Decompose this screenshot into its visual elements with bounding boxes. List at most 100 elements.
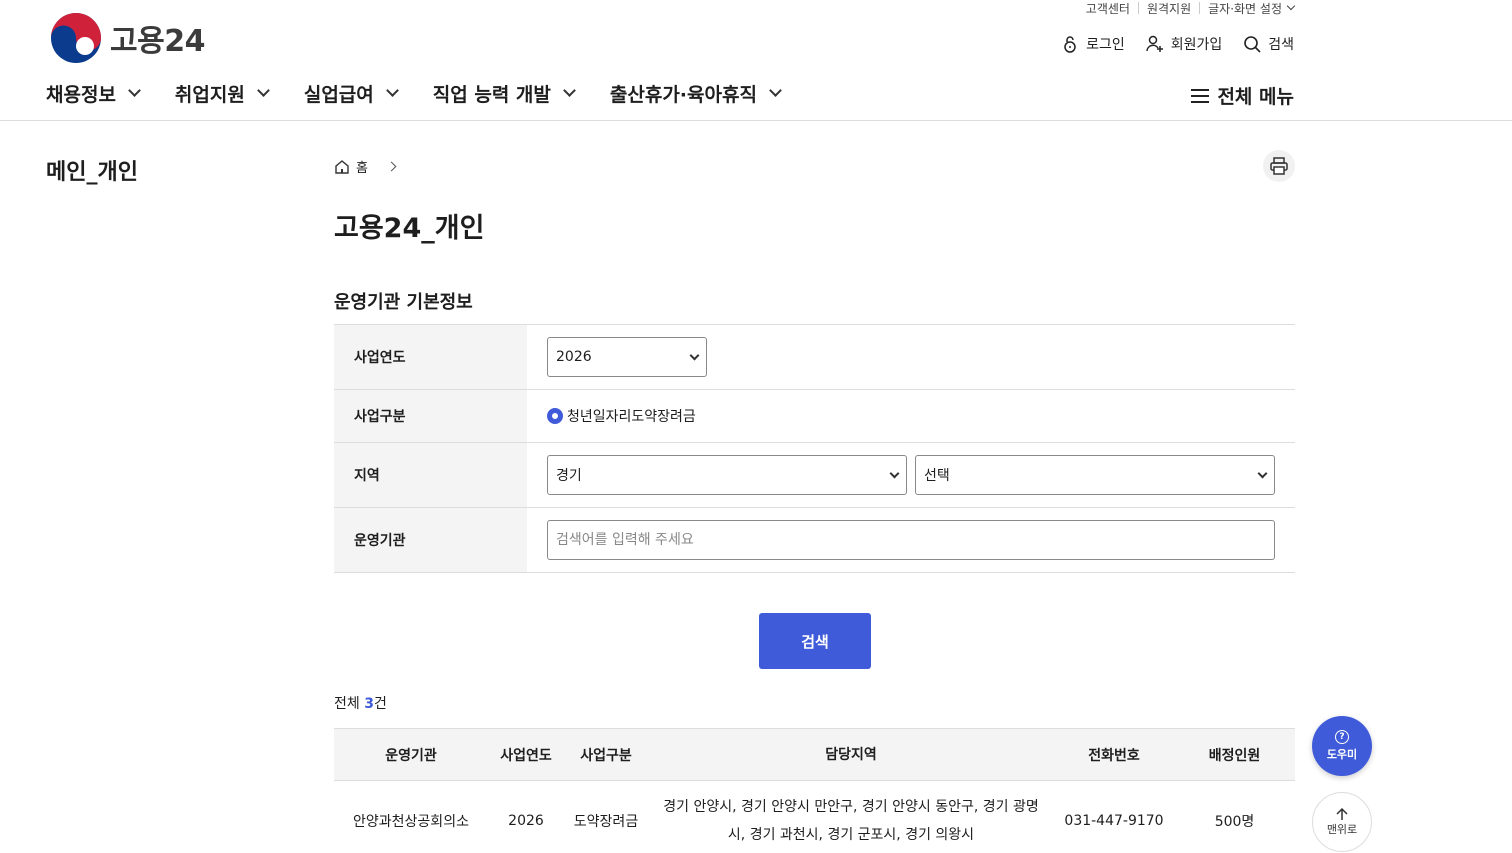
chevron-down-icon	[769, 84, 782, 97]
search-button-top[interactable]: 검색	[1242, 34, 1294, 54]
chevron-down-icon	[256, 84, 270, 97]
org-label: 운영기관	[334, 508, 527, 572]
user-add-icon	[1145, 35, 1163, 52]
all-menu-button[interactable]: 전체 메뉴	[1191, 82, 1294, 109]
count-number: 3	[364, 696, 374, 712]
divider	[1199, 2, 1201, 14]
utility-remote-support[interactable]: 원격지원	[1147, 0, 1191, 17]
chevron-down-icon	[689, 350, 700, 360]
auth-menu: 로그인 회원가입 검색	[1060, 34, 1294, 54]
printer-icon	[1270, 157, 1288, 175]
cell-phone: 031-447-9170	[1064, 813, 1164, 829]
page-title: 고용24_개인	[334, 213, 485, 244]
region-label: 지역	[334, 443, 527, 507]
year-select[interactable]: 2026	[547, 337, 707, 377]
utility-display-settings[interactable]: 글자·화면 설정	[1208, 0, 1282, 17]
type-radio-label[interactable]: 청년일자리도약장려금	[567, 406, 696, 426]
chevron-down-icon	[1286, 1, 1296, 11]
nav-label: 취업지원	[174, 84, 245, 106]
search-icon	[1244, 36, 1261, 53]
col-header: 배정인원	[1208, 747, 1261, 764]
login-label: 로그인	[1086, 37, 1125, 53]
chevron-right-icon	[386, 161, 397, 172]
nav-label: 직업 능력 개발	[432, 84, 551, 106]
utility-customer-center[interactable]: 고객센터	[1086, 0, 1130, 17]
login-button[interactable]: 로그인	[1060, 34, 1125, 54]
form-row-org: 운영기관	[334, 508, 1295, 573]
search-form: 사업연도 2026 사업구분 청년일자리도약장려금 지역 경기 선택 운영기관 …	[334, 324, 1295, 573]
breadcrumb-home[interactable]: 홈	[356, 157, 368, 176]
org-cell	[527, 508, 1295, 572]
logo[interactable]: 고용24	[50, 12, 205, 64]
print-button[interactable]	[1263, 150, 1295, 182]
helper-label: 도우미	[1326, 748, 1358, 761]
hamburger-icon	[1191, 88, 1210, 103]
arrow-up-icon	[1336, 807, 1348, 820]
form-row-year: 사업연도 2026	[334, 325, 1295, 390]
header-divider	[0, 120, 1512, 121]
signup-label: 회원가입	[1170, 37, 1223, 53]
nav-item-unemployment-benefits[interactable]: 실업급여	[303, 80, 399, 107]
table-row[interactable]: 안양과천상공회의소 2026 도약장려금 경기 안양시, 경기 안양시 만안구,…	[334, 781, 1295, 853]
chevron-down-icon	[128, 84, 141, 97]
year-value: 2026	[556, 349, 592, 365]
question-icon: ?	[1335, 730, 1349, 744]
cell-org: 안양과천상공회의소	[353, 814, 469, 830]
table-header: 운영기관 사업연도 사업구분 담당지역 전화번호 배정인원	[334, 729, 1295, 781]
region-cell: 경기 선택	[527, 443, 1295, 507]
search-button[interactable]: 검색	[759, 613, 871, 669]
nav-label: 채용정보	[46, 84, 116, 106]
form-row-type: 사업구분 청년일자리도약장려금	[334, 390, 1295, 443]
taegeuk-logo-icon	[51, 13, 101, 63]
nav-item-skills[interactable]: 직업 능력 개발	[432, 80, 576, 107]
main-nav: 채용정보 취업지원 실업급여 직업 능력 개발 출산휴가·육아휴직	[46, 80, 782, 107]
chevron-down-icon	[563, 84, 576, 97]
scroll-top-button[interactable]: 맨위로	[1312, 792, 1372, 852]
section-title: 운영기관 기본정보	[334, 292, 473, 313]
count-prefix: 전체	[334, 696, 365, 712]
signup-button[interactable]: 회원가입	[1145, 34, 1223, 54]
count-suffix: 건	[373, 696, 387, 712]
chevron-down-icon	[1257, 468, 1268, 478]
nav-item-employment-support[interactable]: 취업지원	[174, 80, 270, 107]
home-icon[interactable]	[334, 159, 350, 175]
utility-bar: 고객센터 원격지원 글자·화면 설정	[1086, 0, 1296, 17]
year-label: 사업연도	[334, 325, 527, 389]
results-table: 운영기관 사업연도 사업구분 담당지역 전화번호 배정인원 안양과천상공회의소 …	[334, 728, 1295, 853]
col-header: 전화번호	[1088, 747, 1140, 764]
cell-quota: 500명	[1214, 814, 1255, 830]
result-count: 전체 3건	[334, 693, 387, 713]
helper-button[interactable]: ? 도우미	[1312, 716, 1372, 776]
nav-item-parental-leave[interactable]: 출산휴가·육아휴직	[609, 80, 782, 107]
region-city-select[interactable]: 선택	[915, 455, 1275, 495]
scroll-top-label: 맨위로	[1326, 823, 1358, 836]
nav-label: 출산휴가·육아휴직	[609, 84, 757, 106]
nav-item-jobs[interactable]: 채용정보	[46, 80, 141, 107]
divider	[1137, 2, 1139, 14]
search-label: 검색	[1268, 37, 1294, 53]
type-radio[interactable]	[547, 408, 563, 424]
type-cell: 청년일자리도약장려금	[527, 390, 1295, 442]
col-header: 담당지역	[825, 746, 877, 763]
form-row-region: 지역 경기 선택	[334, 443, 1295, 508]
chevron-down-icon	[385, 84, 399, 97]
nav-label: 실업급여	[303, 84, 374, 106]
region-province-value: 경기	[556, 468, 582, 484]
chevron-down-icon	[889, 468, 900, 478]
cell-area: 경기 안양시, 경기 안양시 만안구, 경기 안양시 동안구, 경기 광명시, …	[663, 799, 1039, 843]
col-header: 사업연도	[500, 747, 552, 764]
region-province-select[interactable]: 경기	[547, 455, 907, 495]
all-menu-label: 전체 메뉴	[1217, 86, 1294, 108]
logo-text: 고용24	[110, 24, 205, 59]
sidebar-title: 메인_개인	[46, 160, 138, 185]
org-search-input[interactable]	[547, 520, 1275, 560]
lock-icon	[1064, 36, 1076, 53]
year-cell: 2026	[527, 325, 1295, 389]
region-city-value: 선택	[924, 468, 950, 484]
col-header: 운영기관	[385, 747, 437, 764]
type-label: 사업구분	[334, 390, 527, 442]
cell-year: 2026	[508, 813, 544, 829]
breadcrumb: 홈	[334, 157, 397, 176]
cell-type: 도약장려금	[573, 814, 639, 830]
col-header: 사업구분	[580, 747, 632, 764]
